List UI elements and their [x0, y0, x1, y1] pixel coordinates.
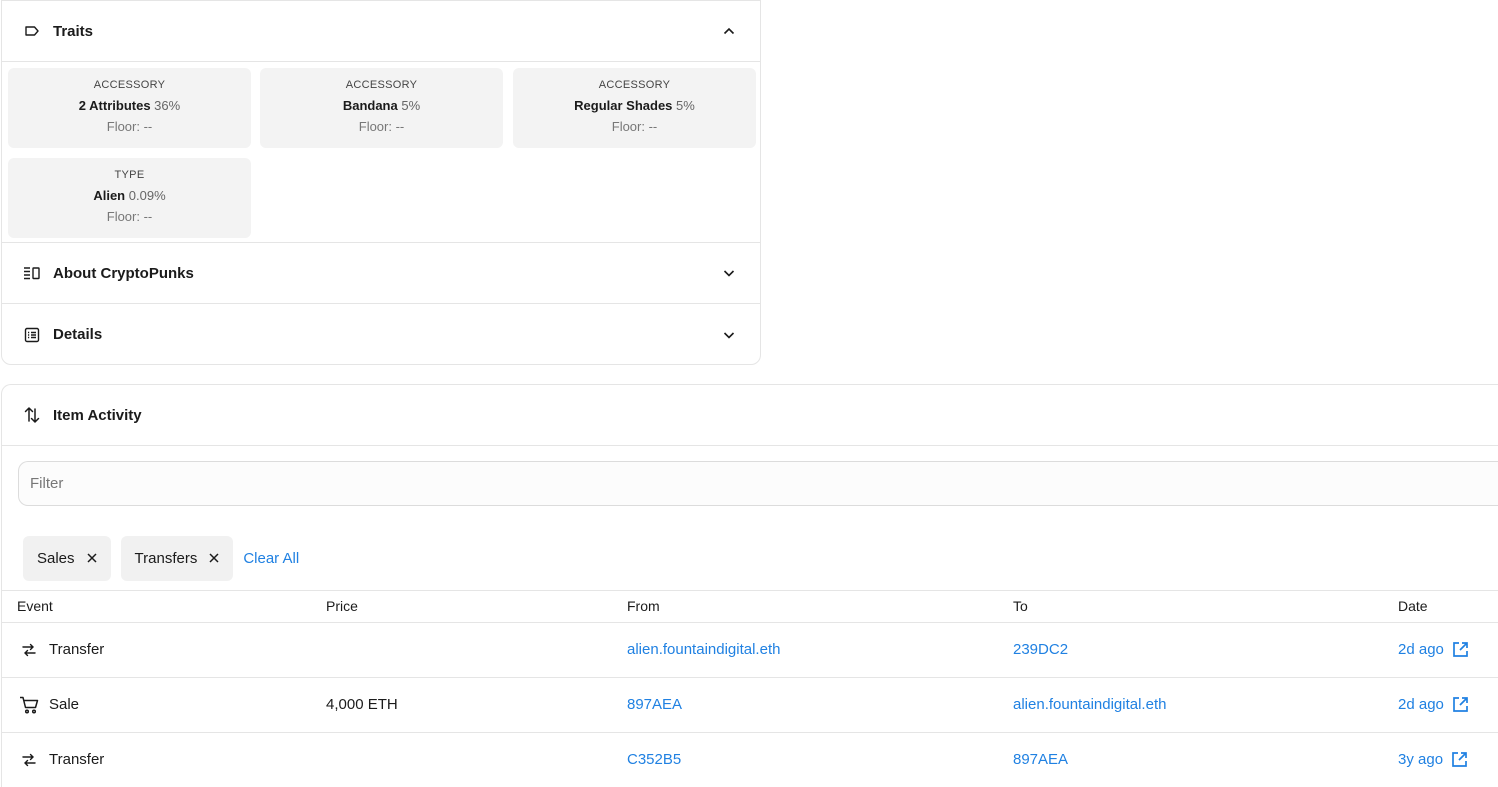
item-activity-panel: Item Activity Sales Transfers Clear All … — [1, 384, 1498, 787]
trait-card[interactable]: ACCESSORY Bandana 5% Floor: -- — [260, 68, 503, 148]
filter-chips: Sales Transfers Clear All — [2, 506, 1498, 591]
chip-label: Sales — [37, 549, 75, 567]
traits-header[interactable]: Traits — [2, 1, 760, 62]
close-icon[interactable] — [87, 553, 97, 563]
table-row: Transfer alien.fountaindigital.eth 239DC… — [2, 622, 1498, 678]
date-label: 3y ago — [1398, 751, 1444, 768]
traits-title: Traits — [53, 22, 94, 40]
chevron-up-icon[interactable] — [721, 23, 737, 39]
activity-header[interactable]: Item Activity — [2, 385, 1498, 446]
chevron-down-icon[interactable] — [721, 327, 737, 343]
chip-label: Transfers — [134, 549, 198, 567]
to-link[interactable]: 897AEA — [998, 732, 1383, 787]
col-date: Date — [1383, 591, 1498, 623]
col-to: To — [998, 591, 1383, 623]
col-from: From — [612, 591, 998, 623]
traits-grid: ACCESSORY 2 Attributes 36% Floor: -- ACC… — [2, 62, 760, 243]
event-label: Transfer — [49, 751, 105, 768]
date-label: 2d ago — [1398, 641, 1444, 658]
trait-floor: Floor: -- — [611, 119, 658, 134]
chevron-down-icon[interactable] — [721, 265, 737, 281]
event-label: Sale — [49, 696, 80, 713]
chip-transfers[interactable]: Transfers — [120, 535, 234, 581]
close-icon[interactable] — [209, 553, 219, 563]
price-cell: 4,000 ETH — [311, 677, 612, 733]
tag-icon — [23, 22, 41, 40]
from-link[interactable]: alien.fountaindigital.eth — [612, 622, 998, 678]
trait-type: ACCESSORY — [598, 79, 671, 91]
trait-floor: Floor: -- — [358, 119, 405, 134]
from-link[interactable]: 897AEA — [612, 677, 998, 733]
external-link-icon[interactable] — [1452, 641, 1469, 658]
to-link[interactable]: 239DC2 — [998, 622, 1383, 678]
activity-title: Item Activity — [53, 406, 142, 424]
traits-panel: Traits ACCESSORY 2 Attributes 36% Floor:… — [1, 0, 761, 365]
details-title: Details — [53, 326, 103, 343]
date-link[interactable]: 2d ago — [1398, 641, 1498, 658]
price-cell — [311, 622, 612, 678]
trait-value: Regular Shades — [574, 98, 673, 113]
trait-card[interactable]: ACCESSORY Regular Shades 5% Floor: -- — [513, 68, 756, 148]
col-event: Event — [2, 591, 311, 623]
trait-type: ACCESSORY — [345, 79, 418, 91]
about-header[interactable]: About CryptoPunks — [2, 243, 760, 304]
list-box-icon — [23, 326, 41, 344]
table-row: Transfer C352B5 897AEA 3y ago — [2, 732, 1498, 787]
trait-card[interactable]: ACCESSORY 2 Attributes 36% Floor: -- — [8, 68, 251, 148]
trait-value: Bandana — [342, 98, 398, 113]
from-link[interactable]: C352B5 — [612, 732, 998, 787]
external-link-icon[interactable] — [1451, 751, 1468, 768]
trait-percent: 5% — [676, 98, 695, 113]
date-link[interactable]: 3y ago — [1398, 751, 1498, 768]
details-header[interactable]: Details — [2, 304, 760, 364]
filter-input[interactable] — [30, 475, 1498, 492]
trait-floor: Floor: -- — [106, 209, 153, 224]
to-link[interactable]: alien.fountaindigital.eth — [998, 677, 1383, 733]
description-icon — [23, 264, 41, 282]
table-header-row: Event Price From To Date — [2, 591, 1498, 623]
filter-box[interactable] — [18, 461, 1498, 506]
trait-value: 2 Attributes — [78, 98, 151, 113]
transfer-icon — [19, 640, 39, 660]
trait-floor: Floor: -- — [106, 119, 153, 134]
cart-icon — [19, 695, 39, 715]
date-label: 2d ago — [1398, 696, 1444, 713]
transfer-icon — [19, 750, 39, 770]
trait-type: TYPE — [114, 169, 145, 181]
price-cell — [311, 732, 612, 787]
event-label: Transfer — [49, 641, 105, 658]
trait-percent: 0.09% — [128, 188, 166, 203]
activity-table: Event Price From To Date Transfer alien.… — [2, 591, 1498, 787]
table-row: Sale 4,000 ETH 897AEA alien.fountaindigi… — [2, 677, 1498, 733]
trait-percent: 5% — [401, 98, 421, 113]
col-price: Price — [311, 591, 612, 623]
trait-card[interactable]: TYPE Alien 0.09% Floor: -- — [8, 158, 251, 238]
clear-all-button[interactable]: Clear All — [243, 550, 299, 567]
chip-sales[interactable]: Sales — [23, 535, 111, 581]
date-link[interactable]: 2d ago — [1398, 696, 1498, 713]
swap-vertical-icon — [23, 406, 41, 424]
trait-percent: 36% — [154, 98, 181, 113]
trait-type: ACCESSORY — [93, 79, 166, 91]
external-link-icon[interactable] — [1452, 696, 1469, 713]
about-title: About CryptoPunks — [53, 264, 194, 282]
trait-value: Alien — [93, 188, 126, 203]
